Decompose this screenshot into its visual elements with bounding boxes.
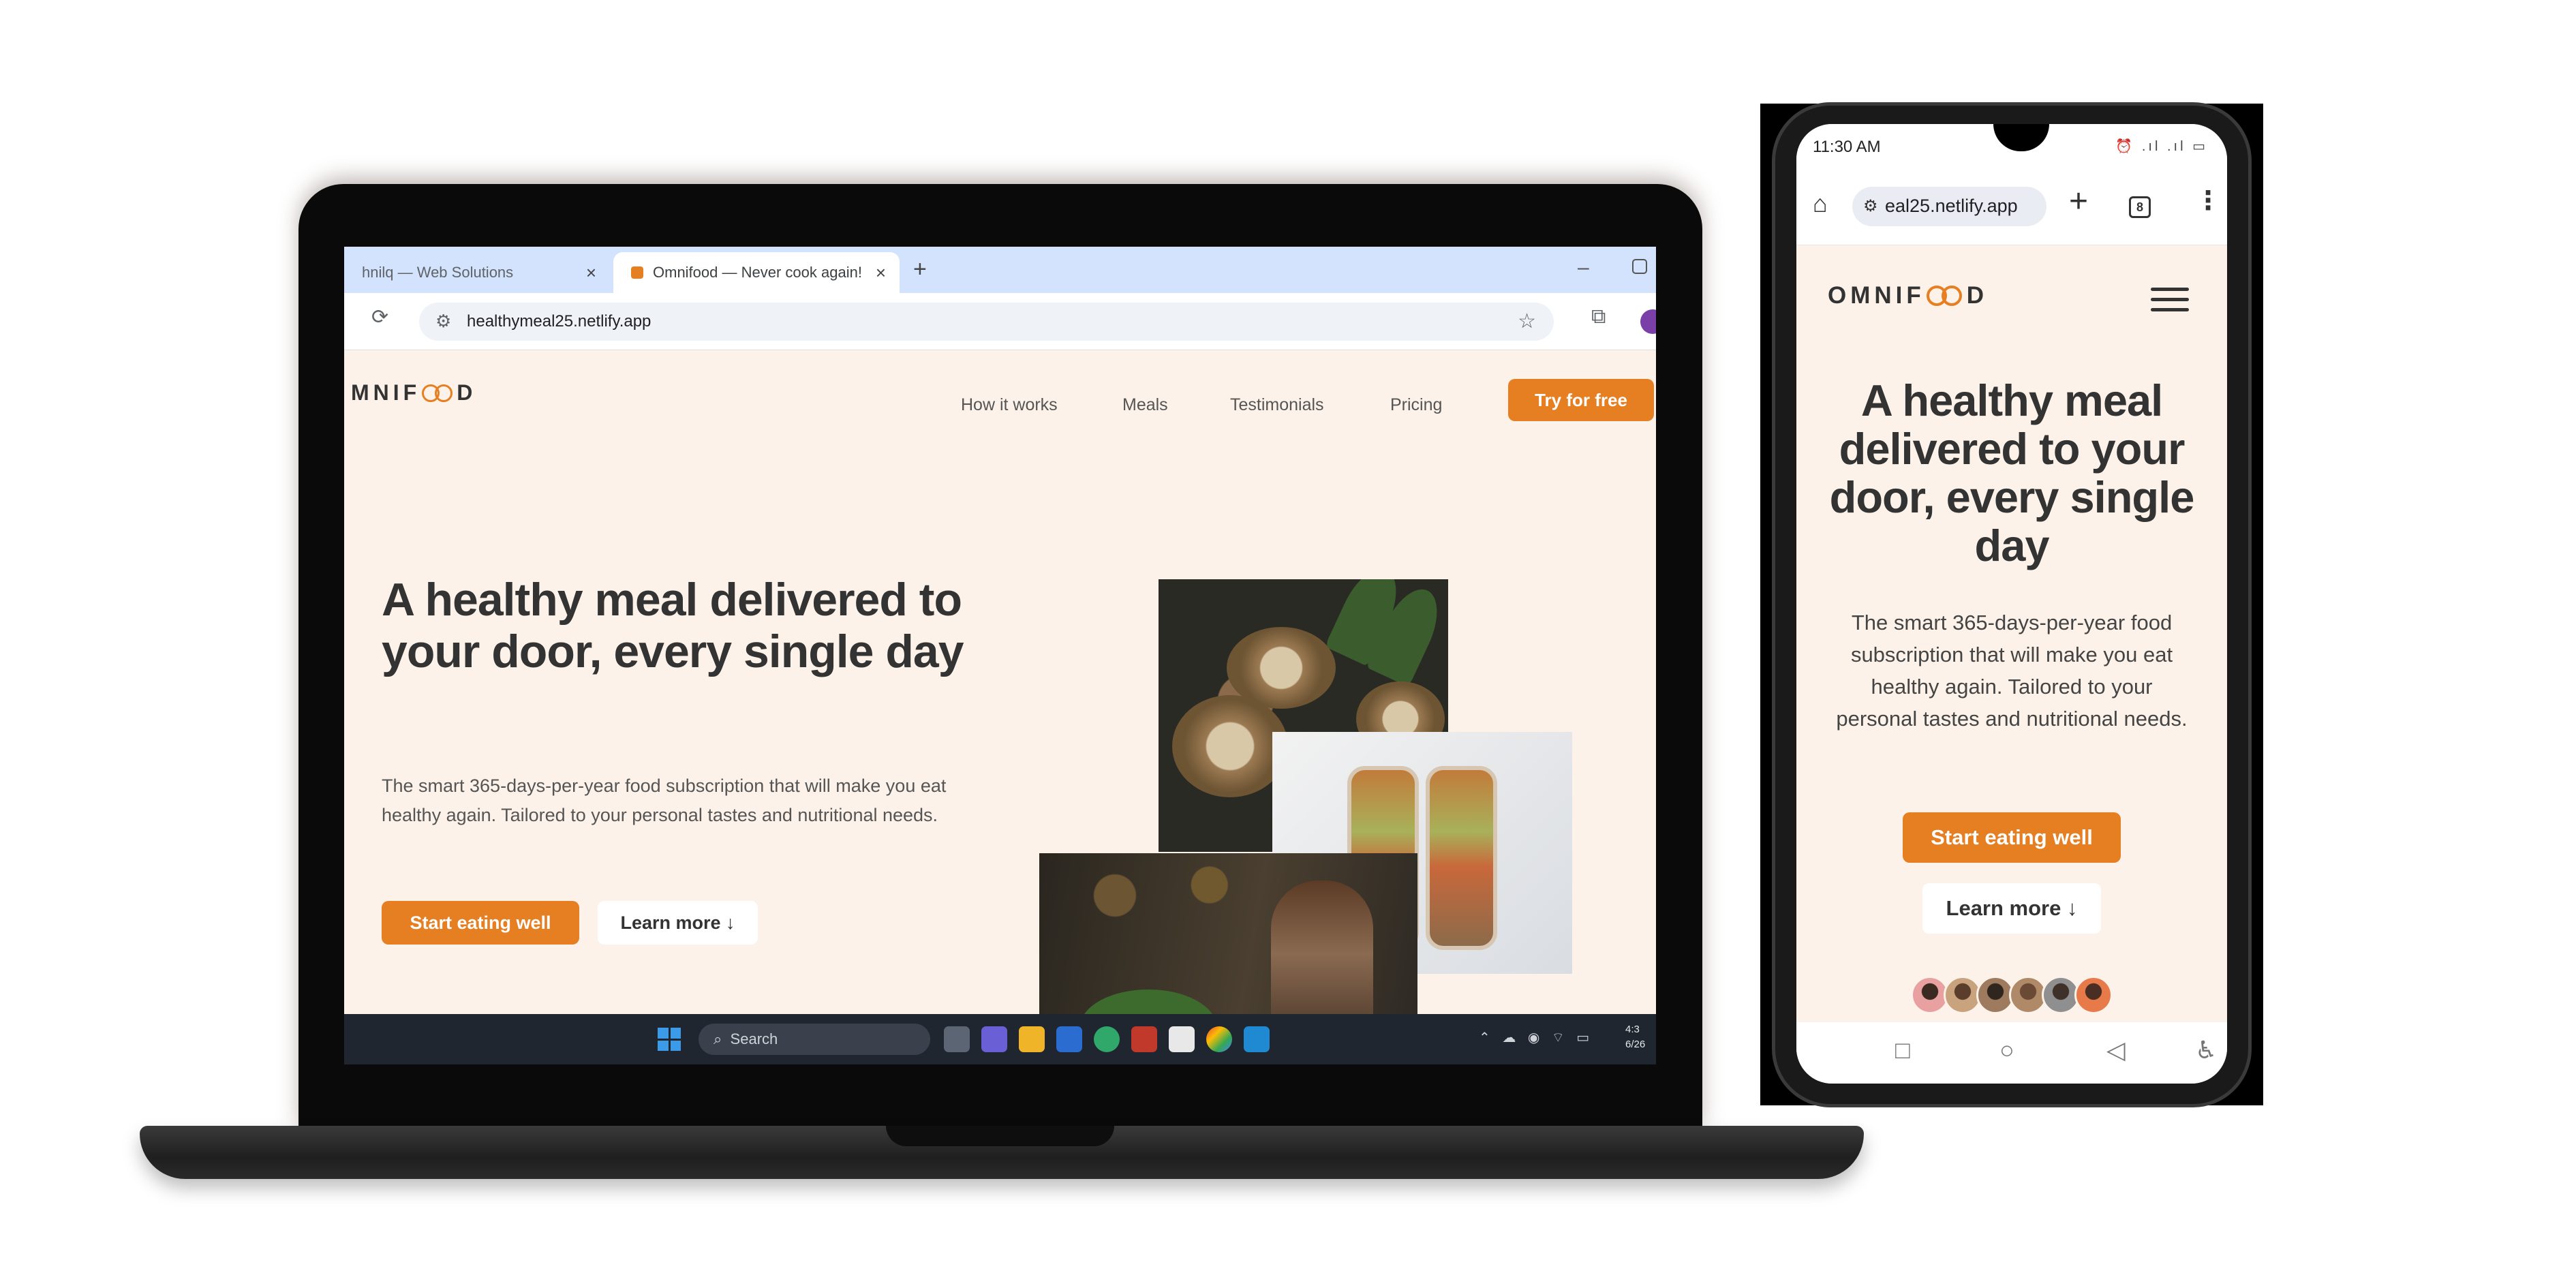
mobile-start-eating-well-button[interactable]: Start eating well bbox=[1903, 812, 2121, 863]
try-for-free-button[interactable]: Try for free bbox=[1508, 379, 1654, 421]
logo-rings-icon bbox=[422, 384, 455, 402]
home-icon[interactable]: ⌂ bbox=[1813, 189, 1828, 218]
taskbar-search[interactable]: ⌕ Search bbox=[699, 1024, 930, 1055]
new-tab-button[interactable]: + bbox=[2069, 183, 2088, 220]
browser-tab-inactive[interactable]: hnilq — Web Solutions × bbox=[344, 252, 610, 293]
tab-label: Omnifood — Never cook again! bbox=[653, 264, 862, 281]
close-icon[interactable]: × bbox=[876, 262, 886, 283]
hero-title: A healthy meal delivered to your door, e… bbox=[382, 574, 964, 677]
tune-icon[interactable]: ⚙ bbox=[1863, 196, 1878, 216]
logo-rings-icon bbox=[1926, 286, 1965, 306]
android-nav-bar: □ ○ ◁ ♿ bbox=[1796, 1022, 2227, 1084]
accessibility-icon[interactable]: ♿ bbox=[2195, 1036, 2217, 1064]
minimize-icon[interactable]: – bbox=[1578, 256, 1589, 279]
recents-icon[interactable]: □ bbox=[1895, 1036, 1910, 1064]
customer-avatars bbox=[1911, 976, 2113, 1017]
new-tab-button[interactable]: + bbox=[913, 256, 927, 283]
logo-text-right: D bbox=[1966, 282, 1989, 309]
status-icons: ⏰ .ıl .ıl ▭ bbox=[2115, 139, 2208, 154]
mobile-site-header: OMNIF D bbox=[1796, 245, 2227, 334]
avatar bbox=[2074, 976, 2113, 1014]
browser-tabbar: hnilq — Web Solutions × Omnifood — Never… bbox=[344, 247, 1656, 293]
avatar[interactable] bbox=[1640, 309, 1656, 334]
reload-icon[interactable]: ⟳ bbox=[371, 305, 388, 329]
omnifood-logo[interactable]: MNIF D bbox=[351, 380, 476, 405]
start-eating-well-button[interactable]: Start eating well bbox=[382, 901, 579, 945]
star-icon[interactable]: ☆ bbox=[1518, 309, 1536, 333]
tab-count-button[interactable]: 8 bbox=[2129, 196, 2151, 218]
nav-testimonials[interactable]: Testimonials bbox=[1230, 395, 1324, 415]
taskbar-clock[interactable]: 4:3 6/26 bbox=[1625, 1022, 1645, 1052]
windows-taskbar: ⌕ Search ⌃ ☁ ◉ ⌔ ▭ 4:3 6/26 bbox=[344, 1014, 1656, 1064]
nav-pricing[interactable]: Pricing bbox=[1390, 395, 1442, 415]
taskbar-search-label: Search bbox=[730, 1030, 778, 1047]
search-icon: ⌕ bbox=[714, 1030, 731, 1047]
favicon-icon bbox=[631, 266, 643, 279]
mobile-address-bar[interactable]: ⚙ eal25.netlify.app bbox=[1852, 187, 2046, 226]
clock-date: 6/26 bbox=[1625, 1039, 1646, 1050]
mobile-learn-more-button[interactable]: Learn more ↓ bbox=[1922, 883, 2101, 934]
laptop-screen: hnilq — Web Solutions × Omnifood — Never… bbox=[344, 247, 1656, 1064]
nav-how-it-works[interactable]: How it works bbox=[961, 395, 1058, 415]
chat-app-icon[interactable] bbox=[981, 1026, 1007, 1052]
browser-toolbar: ⟳ ⚙ healthymeal25.netlify.app ☆ ⧉ bbox=[344, 293, 1656, 350]
phone-screen: 11:30 AM ⏰ .ıl .ıl ▭ ⌂ ⚙ eal25.netlify.a… bbox=[1796, 124, 2227, 1084]
laptop-notch bbox=[886, 1126, 1114, 1146]
omnifood-logo[interactable]: OMNIF D bbox=[1828, 282, 1988, 309]
mobile-hero-title: A healthy meal delivered to your door, e… bbox=[1829, 375, 2195, 570]
close-icon[interactable]: × bbox=[586, 262, 596, 283]
windows-start-icon[interactable] bbox=[658, 1028, 681, 1051]
mockup-stage: hnilq — Web Solutions × Omnifood — Never… bbox=[0, 0, 2576, 1288]
home-circle-icon[interactable]: ○ bbox=[1999, 1036, 2014, 1064]
back-icon[interactable]: ◁ bbox=[2106, 1036, 2126, 1064]
learn-more-button[interactable]: Learn more ↓ bbox=[598, 901, 758, 945]
mobile-hero-description: The smart 365-days-per-year food subscri… bbox=[1836, 611, 2188, 731]
tune-icon[interactable]: ⚙ bbox=[435, 311, 451, 332]
site-header: MNIF D How it works Meals Testimonials P… bbox=[344, 350, 1656, 439]
logo-text-right: D bbox=[457, 380, 477, 405]
address-url: healthymeal25.netlify.app bbox=[467, 312, 651, 331]
task-view-icon[interactable] bbox=[944, 1026, 970, 1052]
status-time: 11:30 AM bbox=[1813, 138, 1881, 156]
hero-description: The smart 365-days-per-year food subscri… bbox=[382, 776, 947, 825]
app-icon-green[interactable] bbox=[1094, 1026, 1120, 1052]
file-explorer-icon[interactable] bbox=[1019, 1026, 1045, 1052]
menu-dots-icon[interactable]: ⋮ bbox=[2195, 185, 2221, 216]
tab-label: hnilq — Web Solutions bbox=[362, 264, 514, 281]
outlook-icon[interactable] bbox=[1056, 1026, 1082, 1052]
logo-text-left: OMNIF bbox=[1828, 282, 1925, 309]
address-bar[interactable]: ⚙ healthymeal25.netlify.app ☆ bbox=[419, 303, 1554, 341]
maximize-icon[interactable] bbox=[1632, 259, 1647, 274]
vscode-icon[interactable] bbox=[1244, 1026, 1270, 1052]
hamburger-icon[interactable] bbox=[2151, 288, 2189, 318]
clock-time: 4:3 bbox=[1625, 1024, 1640, 1035]
app-icon-red[interactable] bbox=[1131, 1026, 1157, 1052]
chrome-icon[interactable] bbox=[1206, 1026, 1232, 1052]
system-tray-icons[interactable]: ⌃ ☁ ◉ ⌔ ▭ bbox=[1479, 1029, 1593, 1046]
mobile-browser-toolbar: ⌂ ⚙ eal25.netlify.app + 8 ⋮ bbox=[1796, 170, 2227, 245]
mobile-address-url: eal25.netlify.app bbox=[1885, 196, 2018, 216]
logo-text-left: MNIF bbox=[351, 380, 421, 405]
extensions-icon[interactable]: ⧉ bbox=[1591, 305, 1606, 328]
nav-meals[interactable]: Meals bbox=[1122, 395, 1168, 415]
browser-tab-active[interactable]: Omnifood — Never cook again! × bbox=[613, 252, 900, 293]
app-icon-white[interactable] bbox=[1169, 1026, 1195, 1052]
